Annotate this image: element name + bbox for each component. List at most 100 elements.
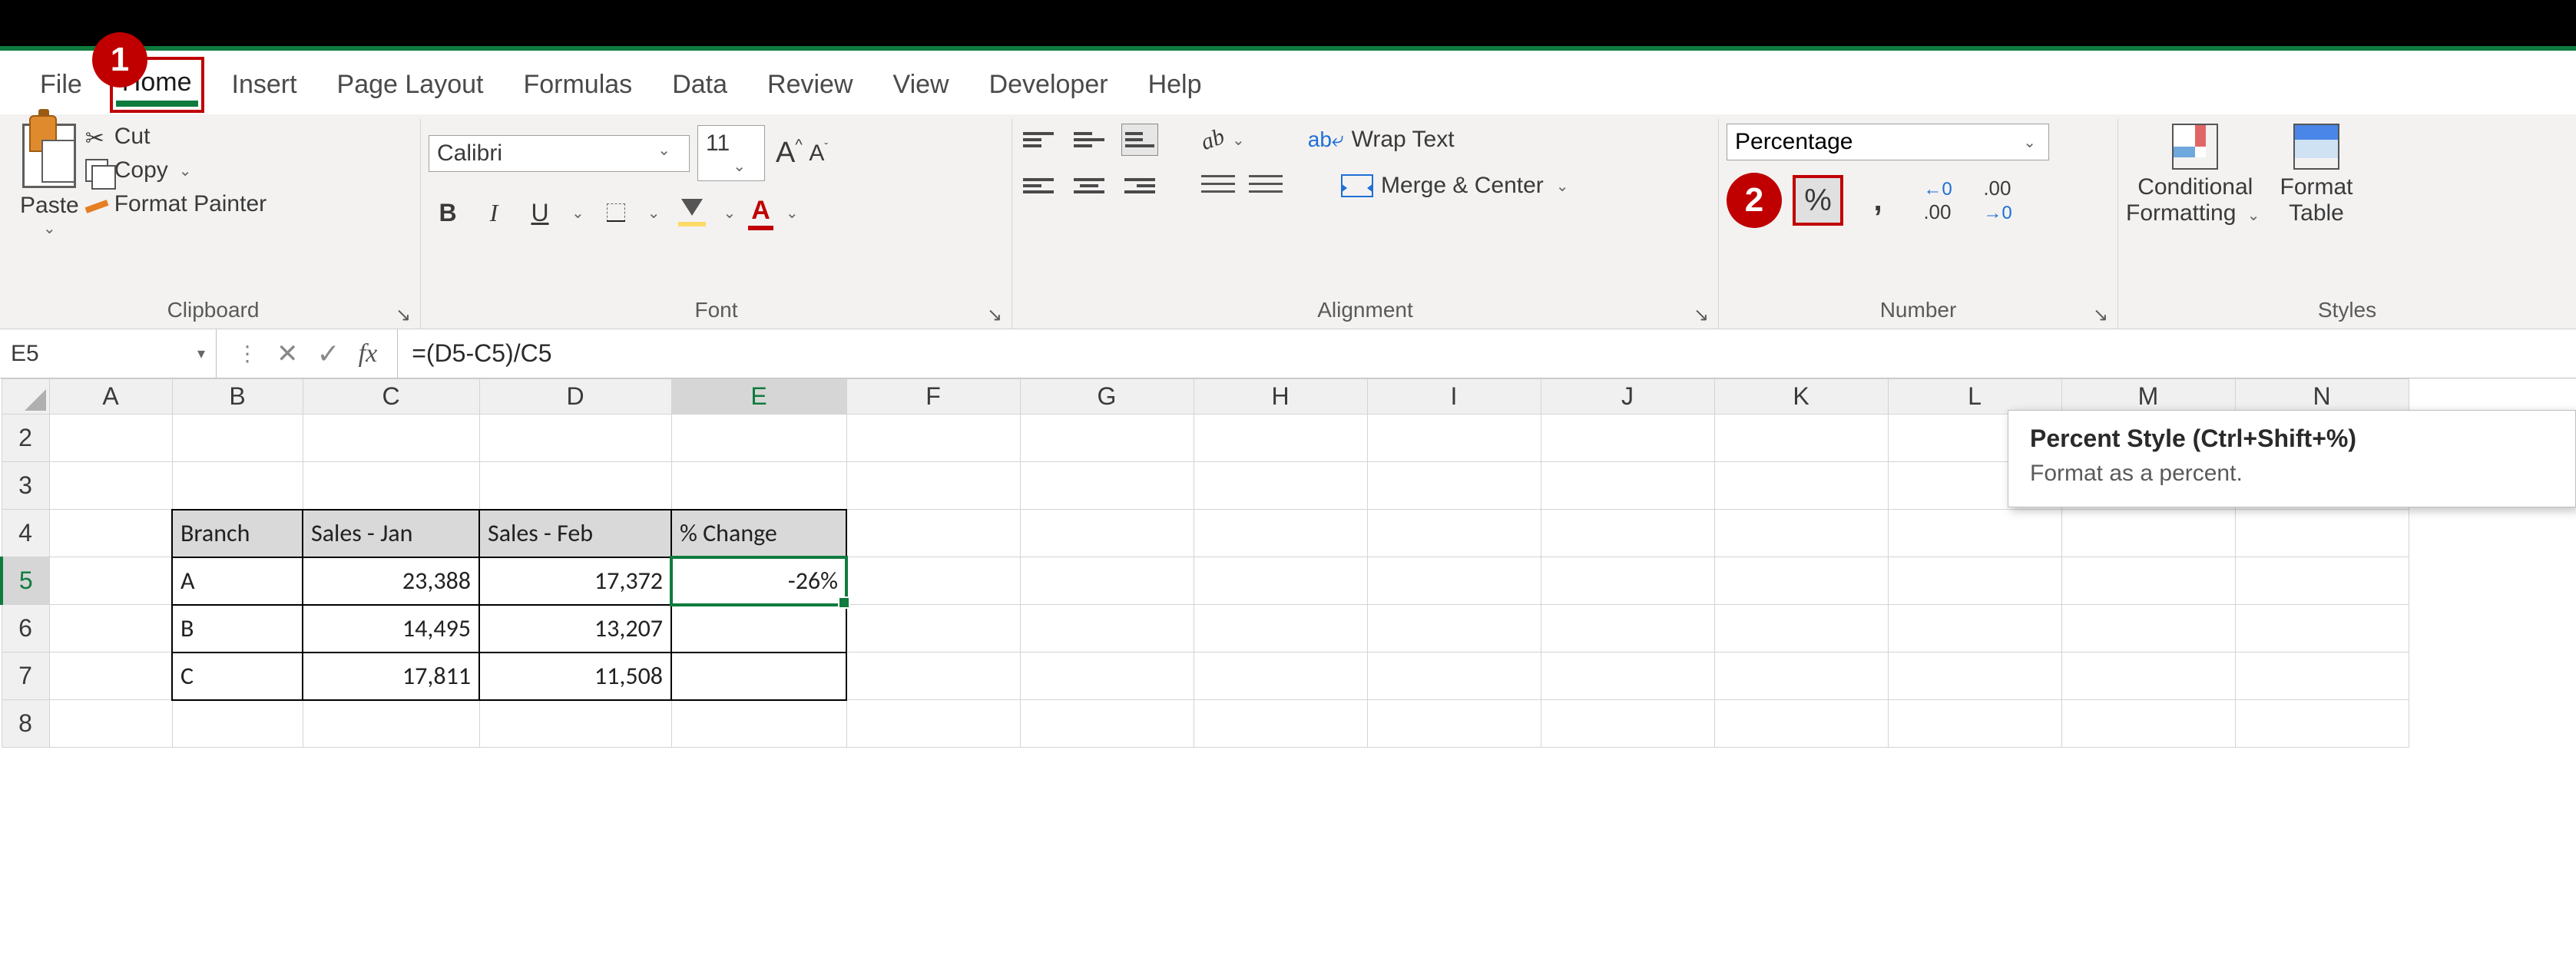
bold-button[interactable]: B [429, 193, 467, 232]
tab-formulas[interactable]: Formulas [517, 65, 638, 104]
cell[interactable] [479, 415, 671, 462]
insert-function-button[interactable]: fx [359, 339, 378, 368]
cell-B5[interactable]: A [172, 557, 303, 605]
paste-button[interactable]: Paste ⌄ [14, 119, 85, 238]
cut-button[interactable]: ✂ Cut [85, 124, 267, 150]
cell[interactable] [1714, 510, 1888, 557]
decrease-decimal-button[interactable]: .00 →0 [1974, 177, 2021, 224]
cell[interactable] [303, 700, 479, 748]
decrease-font-size-button[interactable]: Aˇ [806, 140, 827, 167]
copy-chevron-icon[interactable]: ⌄ [174, 161, 197, 180]
merge-center-button[interactable]: Merge & Center ⌄ [1341, 173, 1574, 199]
cell[interactable] [2235, 510, 2409, 557]
cell[interactable] [2235, 605, 2409, 653]
cell-D6[interactable]: 13,207 [479, 605, 671, 653]
cell[interactable] [1367, 510, 1541, 557]
cell-C6[interactable]: 14,495 [303, 605, 479, 653]
row-header-8[interactable]: 8 [2, 700, 49, 748]
format-as-table-button[interactable]: Format Table [2280, 124, 2353, 226]
cell[interactable] [1367, 700, 1541, 748]
cell[interactable] [846, 415, 1020, 462]
cell[interactable] [846, 605, 1020, 653]
cell[interactable] [2061, 557, 2235, 605]
cell-C7[interactable]: 17,811 [303, 653, 479, 700]
number-dialog-launcher[interactable]: ↘ [2093, 304, 2108, 319]
underline-button[interactable]: U [521, 193, 559, 232]
col-header-C[interactable]: C [303, 379, 479, 415]
tab-page-layout[interactable]: Page Layout [331, 65, 490, 104]
cell[interactable] [1541, 605, 1714, 653]
increase-indent-button[interactable] [1249, 170, 1283, 201]
align-right-button[interactable] [1121, 170, 1158, 202]
alignment-dialog-launcher[interactable]: ↘ [1694, 304, 1709, 319]
cell[interactable] [671, 415, 846, 462]
select-all-corner[interactable] [2, 379, 49, 415]
cell[interactable] [1714, 415, 1888, 462]
align-middle-button[interactable] [1071, 124, 1108, 156]
cell[interactable] [1194, 557, 1367, 605]
cell-D4[interactable]: Sales - Feb [479, 510, 671, 557]
font-size-select[interactable]: 11 ⌄ [697, 125, 765, 181]
cell[interactable] [1714, 653, 1888, 700]
cell-B6[interactable]: B [172, 605, 303, 653]
cell[interactable] [1020, 557, 1194, 605]
cell[interactable] [1194, 700, 1367, 748]
cell[interactable] [303, 415, 479, 462]
cell-B7[interactable]: C [172, 653, 303, 700]
cell[interactable] [1367, 653, 1541, 700]
col-header-G[interactable]: G [1020, 379, 1194, 415]
font-color-chevron-icon[interactable]: ⌄ [781, 203, 803, 223]
align-center-button[interactable] [1071, 170, 1108, 202]
cancel-formula-button[interactable]: ✕ [276, 339, 299, 369]
cell[interactable] [172, 462, 303, 510]
cell[interactable] [671, 462, 846, 510]
cell-D7[interactable]: 11,508 [479, 653, 671, 700]
cell[interactable] [846, 510, 1020, 557]
italic-button[interactable]: I [475, 193, 513, 232]
name-box[interactable]: E5 ▾ [0, 329, 217, 378]
tab-data[interactable]: Data [666, 65, 733, 104]
cell[interactable] [1194, 653, 1367, 700]
cell-D5[interactable]: 17,372 [479, 557, 671, 605]
cell[interactable] [1541, 653, 1714, 700]
conditional-formatting-button[interactable]: Conditional Formatting ⌄ [2126, 124, 2265, 226]
cell-E5-selected[interactable]: -26% [671, 557, 846, 605]
cell[interactable] [1541, 415, 1714, 462]
decrease-indent-button[interactable] [1201, 170, 1235, 201]
cell[interactable] [2061, 700, 2235, 748]
comma-style-button[interactable]: , [1854, 177, 1902, 224]
cell[interactable] [1888, 605, 2061, 653]
cell[interactable] [49, 605, 172, 653]
number-format-select[interactable]: Percentage ⌄ [1727, 124, 2049, 160]
cell[interactable] [49, 653, 172, 700]
cell[interactable] [479, 462, 671, 510]
fill-color-button[interactable] [673, 193, 711, 232]
paste-chevron-icon[interactable]: ⌄ [38, 219, 61, 238]
col-header-F[interactable]: F [846, 379, 1020, 415]
col-header-H[interactable]: H [1194, 379, 1367, 415]
cell[interactable] [1541, 510, 1714, 557]
cell[interactable] [479, 700, 671, 748]
col-header-D[interactable]: D [479, 379, 671, 415]
cell[interactable] [2061, 653, 2235, 700]
align-top-button[interactable] [1020, 124, 1057, 156]
col-header-N[interactable]: N [2235, 379, 2409, 415]
cell-E6[interactable] [671, 605, 846, 653]
cell[interactable] [49, 415, 172, 462]
cell[interactable] [1888, 510, 2061, 557]
cell[interactable] [1194, 462, 1367, 510]
col-header-K[interactable]: K [1714, 379, 1888, 415]
enter-formula-button[interactable]: ✓ [317, 338, 340, 370]
cell[interactable] [846, 653, 1020, 700]
fill-chevron-icon[interactable]: ⌄ [719, 203, 741, 223]
cell-B4[interactable]: Branch [172, 510, 303, 557]
cell[interactable] [49, 510, 172, 557]
cell[interactable] [1194, 605, 1367, 653]
borders-chevron-icon[interactable]: ⌄ [643, 203, 665, 223]
cell[interactable] [1020, 605, 1194, 653]
copy-button[interactable]: Copy ⌄ [85, 157, 267, 183]
cell[interactable] [671, 700, 846, 748]
formula-input[interactable]: =(D5-C5)/C5 [398, 329, 2576, 378]
cell[interactable] [1020, 700, 1194, 748]
cell[interactable] [2061, 605, 2235, 653]
